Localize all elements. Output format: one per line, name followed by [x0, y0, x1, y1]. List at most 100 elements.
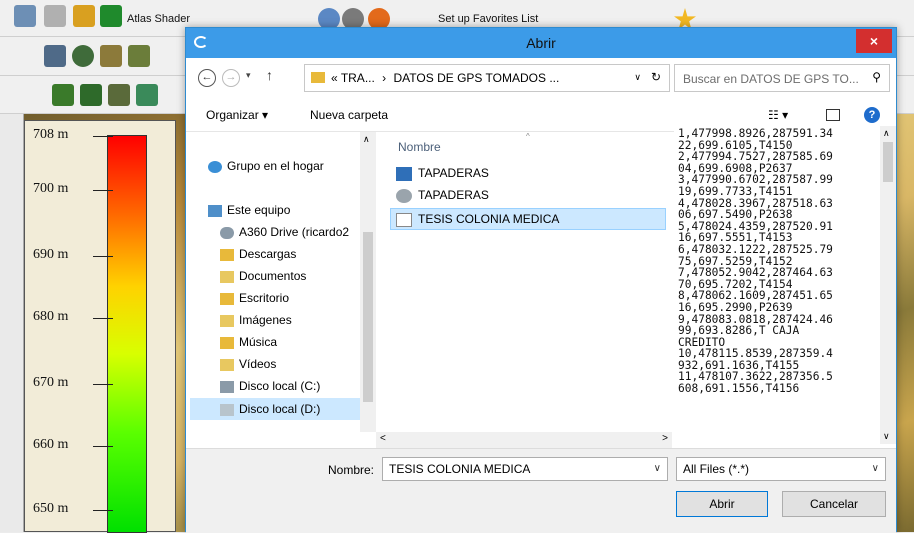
nav-item-label: Disco local (D:) — [239, 402, 321, 416]
chevron-down-icon[interactable]: ∨ — [872, 458, 879, 480]
back-button[interactable]: ← — [198, 69, 216, 87]
nav-item-label: Imágenes — [239, 313, 292, 327]
music-folder-icon — [220, 336, 234, 349]
nav-scrollbar[interactable]: ∧ — [360, 132, 376, 432]
homegroup-icon — [208, 160, 222, 173]
search-placeholder: Buscar en DATOS DE GPS TO... — [683, 72, 859, 86]
open-button[interactable]: Abrir — [676, 491, 768, 517]
legend-tick: 670 m — [33, 375, 113, 391]
pin-tool-icon[interactable] — [14, 5, 36, 27]
search-icon[interactable]: ⚲ — [872, 70, 881, 84]
file-item[interactable]: TAPADERAS — [396, 184, 489, 206]
close-button[interactable]: × — [856, 29, 892, 53]
nav-item-this-pc[interactable]: Este equipo — [208, 200, 290, 220]
sort-indicator-icon: ^ — [526, 132, 530, 141]
breadcrumb-segment[interactable]: TRA... — [341, 71, 375, 85]
drive-c-icon — [220, 380, 234, 393]
up-button[interactable]: ↑ — [266, 67, 273, 83]
videos-folder-icon — [220, 358, 234, 371]
nav-item-videos[interactable]: Vídeos — [220, 354, 276, 374]
scroll-up-arrow[interactable]: ∧ — [883, 128, 890, 139]
dialog-title: Abrir — [526, 35, 556, 51]
search-input[interactable]: Buscar en DATOS DE GPS TO... ⚲ — [674, 64, 890, 92]
help-icon[interactable]: ? — [864, 107, 880, 123]
chevron-down-icon[interactable]: ∨ — [654, 458, 661, 480]
dialog-titlebar[interactable]: Abrir × — [186, 28, 896, 58]
preview-scrollbar[interactable]: ∧ ∨ — [880, 126, 896, 444]
dialog-footer: Nombre: TESIS COLONIA MEDICA ∨ All Files… — [186, 448, 896, 533]
nav-item-downloads[interactable]: Descargas — [220, 244, 296, 264]
nav-item-desktop[interactable]: Escritorio — [220, 288, 289, 308]
filename-label: Nombre: — [328, 463, 375, 477]
file-name: TAPADERAS — [418, 188, 489, 202]
nav-item-label: Este equipo — [227, 203, 291, 217]
legend-tick: 690 m — [33, 247, 113, 263]
folder-icon — [311, 72, 325, 83]
layer-tool-icon[interactable] — [136, 84, 158, 106]
organize-menu[interactable]: Organizar ▾ — [206, 108, 268, 122]
filetype-select[interactable]: All Files (*.*) ∨ — [676, 457, 886, 481]
scroll-left-arrow[interactable]: < — [380, 433, 386, 444]
cloud-drive-icon — [220, 226, 234, 239]
legend-tick: 680 m — [33, 309, 113, 325]
nav-item-music[interactable]: Música — [220, 332, 277, 352]
desktop-folder-icon — [220, 292, 234, 305]
path-tool-icon[interactable] — [128, 45, 150, 67]
open-file-dialog: Abrir × ← → ▾ ↑ « TRA... › DATOS DE GPS … — [185, 27, 897, 533]
address-dropdown-icon[interactable]: ∨ — [634, 72, 641, 83]
atlas-shader-label: Atlas Shader — [127, 13, 190, 25]
nav-scrollbar-thumb[interactable] — [363, 232, 373, 402]
nav-item-pictures[interactable]: Imágenes — [220, 310, 292, 330]
scroll-up-arrow[interactable]: ∧ — [363, 134, 370, 145]
pictures-folder-icon — [220, 314, 234, 327]
computer-icon — [208, 204, 222, 217]
file-list: Nombre ^ TAPADERAS TAPADERAS TESIS COLON… — [386, 132, 666, 448]
atlas-shader-icon[interactable] — [100, 5, 122, 27]
new-folder-button[interactable]: Nueva carpeta — [310, 108, 388, 122]
recent-locations-button[interactable]: ▾ — [246, 70, 251, 81]
file-list-hscrollbar[interactable]: < > — [376, 432, 672, 448]
favorites-list-label[interactable]: Set up Favorites List — [438, 13, 538, 25]
text-file-icon — [396, 212, 412, 227]
cancel-button[interactable]: Cancelar — [782, 491, 886, 517]
nav-item-a360-drive[interactable]: A360 Drive (ricardo2 — [220, 222, 349, 242]
point-cloud-icon[interactable] — [52, 84, 74, 106]
preview-scrollbar-thumb[interactable] — [883, 142, 893, 182]
scroll-down-arrow[interactable]: ∨ — [883, 431, 890, 442]
nav-item-drive-d[interactable]: Disco local (D:) — [220, 399, 320, 419]
column-header-name[interactable]: Nombre — [398, 140, 441, 154]
breadcrumb: « TRA... › DATOS DE GPS TOMADOS ... — [331, 71, 559, 85]
nav-item-documents[interactable]: Documentos — [220, 266, 306, 286]
file-item[interactable]: TAPADERAS — [396, 162, 489, 184]
breadcrumb-separator: › — [382, 71, 387, 85]
forward-button[interactable]: → — [222, 69, 240, 87]
preview-pane-icon[interactable] — [826, 109, 840, 121]
refresh-icon[interactable]: ↻ — [651, 70, 661, 84]
nav-item-label: Descargas — [239, 247, 297, 261]
address-bar[interactable]: « TRA... › DATOS DE GPS TOMADOS ... ∨ ↻ — [304, 64, 670, 92]
nav-item-label: Escritorio — [239, 291, 290, 305]
filename-input[interactable]: TESIS COLONIA MEDICA ∨ — [382, 457, 668, 481]
draw-line-icon[interactable] — [44, 45, 66, 67]
address-bar-row: ← → ▾ ↑ « TRA... › DATOS DE GPS TOMADOS … — [186, 61, 896, 97]
view-options-icon[interactable]: ☷ ▾ — [768, 108, 788, 122]
navigation-pane: Grupo en el hogar Este equipo A360 Drive… — [186, 132, 376, 448]
documents-folder-icon — [220, 270, 234, 283]
file-item-selected[interactable]: TESIS COLONIA MEDICA — [396, 208, 559, 230]
nav-item-drive-c[interactable]: Disco local (C:) — [220, 376, 320, 396]
tower-tool-icon[interactable] — [44, 5, 66, 27]
target-icon[interactable] — [72, 45, 94, 67]
breadcrumb-segment[interactable]: DATOS DE GPS TOMADOS ... — [394, 71, 560, 85]
area-tool-icon[interactable] — [100, 45, 122, 67]
legend-tick: 650 m — [33, 501, 113, 517]
nav-item-label: Vídeos — [239, 357, 277, 371]
grid-tool-icon[interactable] — [108, 84, 130, 106]
scroll-right-arrow[interactable]: > — [662, 433, 668, 444]
mountain-shader-icon[interactable] — [73, 5, 95, 27]
breadcrumb-overflow[interactable]: « — [331, 71, 338, 85]
nav-item-homegroup[interactable]: Grupo en el hogar — [208, 156, 324, 176]
terrain-icon[interactable] — [80, 84, 102, 106]
elevation-color-bar — [107, 135, 147, 533]
legend-tick: 700 m — [33, 181, 113, 197]
app-file-icon — [396, 166, 412, 181]
